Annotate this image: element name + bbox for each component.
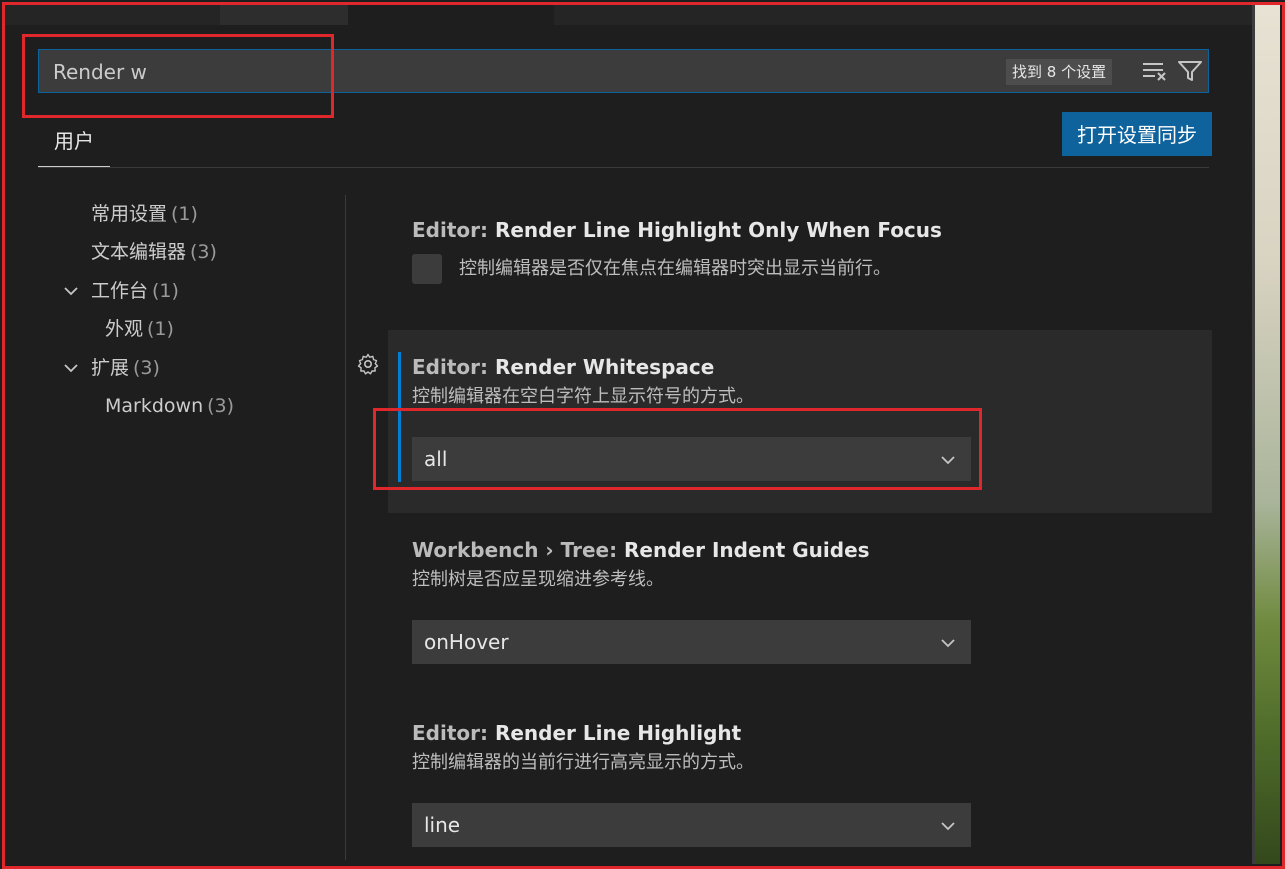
setting-title: Editor: Render Line Highlight Only When … bbox=[412, 215, 1212, 245]
setting-title: Workbench › Tree: Render Indent Guides bbox=[412, 535, 1212, 565]
toc-item-count: (3) bbox=[207, 395, 235, 417]
focus-indicator bbox=[398, 352, 401, 482]
toc-item-count: (1) bbox=[171, 203, 198, 225]
toc-item-count: (1) bbox=[152, 280, 179, 302]
setting-title: Editor: Render Line Highlight bbox=[412, 718, 1212, 748]
editor-tab-active[interactable] bbox=[348, 5, 554, 25]
editor-tab[interactable] bbox=[220, 5, 348, 25]
render-whitespace-select[interactable]: all bbox=[412, 437, 971, 481]
render-line-highlight-focus-checkbox[interactable] bbox=[412, 254, 442, 284]
setting-name: Render Indent Guides bbox=[624, 538, 870, 562]
select-value: all bbox=[424, 447, 448, 471]
chevron-down-icon[interactable] bbox=[62, 282, 80, 300]
setting-render-line-highlight: Editor: Render Line Highlight 控制编辑器的当前行进… bbox=[412, 718, 1212, 778]
toc-item-count: (3) bbox=[190, 241, 217, 263]
setting-name: Render Line Highlight bbox=[494, 721, 742, 745]
setting-category: Workbench › Tree: bbox=[412, 538, 625, 562]
toc-item-count: (3) bbox=[133, 357, 160, 379]
toc-item-label: Markdown bbox=[105, 395, 204, 417]
setting-description: 控制编辑器在空白字符上显示符号的方式。 bbox=[412, 386, 754, 407]
setting-name: Render Whitespace bbox=[494, 355, 715, 379]
tab-user[interactable]: 用户 bbox=[38, 118, 110, 168]
setting-name: Render Line Highlight Only When Focus bbox=[494, 218, 942, 242]
setting-description: 控制编辑器的当前行进行高亮显示的方式。 bbox=[412, 752, 754, 773]
setting-render-indent-guides: Workbench › Tree: Render Indent Guides 控… bbox=[412, 535, 1212, 595]
select-value: line bbox=[424, 813, 461, 837]
toc-item-extensions[interactable]: 扩展 (3) bbox=[91, 352, 160, 384]
desktop-background-edge bbox=[1252, 5, 1280, 864]
gear-icon[interactable] bbox=[356, 352, 380, 376]
toc-item-label: 工作台 bbox=[91, 280, 149, 302]
clear-filter-icon[interactable] bbox=[1141, 60, 1167, 82]
select-value: onHover bbox=[424, 630, 509, 654]
setting-description: 控制树是否应呈现缩进参考线。 bbox=[412, 569, 664, 590]
toc-item-text-editor[interactable]: 文本编辑器 (3) bbox=[91, 236, 217, 268]
tab-divider bbox=[38, 167, 1209, 168]
setting-render-line-highlight-only-when-focus: Editor: Render Line Highlight Only When … bbox=[412, 215, 1212, 245]
setting-render-whitespace: Editor: Render Whitespace 控制编辑器在空白字符上显示符… bbox=[412, 352, 1212, 412]
toc-divider bbox=[345, 195, 346, 860]
toc-item-appearance[interactable]: 外观 (1) bbox=[105, 313, 174, 345]
toc-item-label: 外观 bbox=[105, 318, 144, 340]
setting-category: Editor: bbox=[412, 355, 495, 379]
toc-item-label: 文本编辑器 bbox=[91, 241, 187, 263]
search-input[interactable] bbox=[51, 58, 755, 86]
chevron-down-icon bbox=[941, 822, 955, 831]
chevron-down-icon bbox=[941, 639, 955, 648]
open-settings-sync-button[interactable]: 打开设置同步 bbox=[1062, 112, 1212, 156]
render-line-highlight-select[interactable]: line bbox=[412, 803, 971, 847]
toc-item-workbench[interactable]: 工作台 (1) bbox=[91, 275, 179, 307]
setting-category: Editor: bbox=[412, 218, 495, 242]
setting-title: Editor: Render Whitespace bbox=[412, 352, 1212, 382]
setting-category: Editor: bbox=[412, 721, 495, 745]
toc-item-label: 常用设置 bbox=[91, 203, 168, 225]
toc-item-count: (1) bbox=[147, 318, 174, 340]
toc-item-label: 扩展 bbox=[91, 357, 130, 379]
setting-description: 控制编辑器是否仅在焦点在编辑器时突出显示当前行。 bbox=[459, 258, 891, 279]
chevron-down-icon[interactable] bbox=[62, 359, 80, 377]
editor-tab-strip bbox=[5, 5, 1252, 25]
toc-item-common[interactable]: 常用设置 (1) bbox=[91, 198, 198, 230]
toc-item-markdown[interactable]: Markdown (3) bbox=[105, 390, 234, 422]
settings-search-bar[interactable]: 找到 8 个设置 bbox=[38, 49, 1209, 93]
render-indent-guides-select[interactable]: onHover bbox=[412, 620, 971, 664]
chevron-down-icon bbox=[941, 456, 955, 465]
filter-icon[interactable] bbox=[1177, 59, 1203, 83]
search-result-count: 找到 8 个设置 bbox=[1006, 59, 1113, 85]
